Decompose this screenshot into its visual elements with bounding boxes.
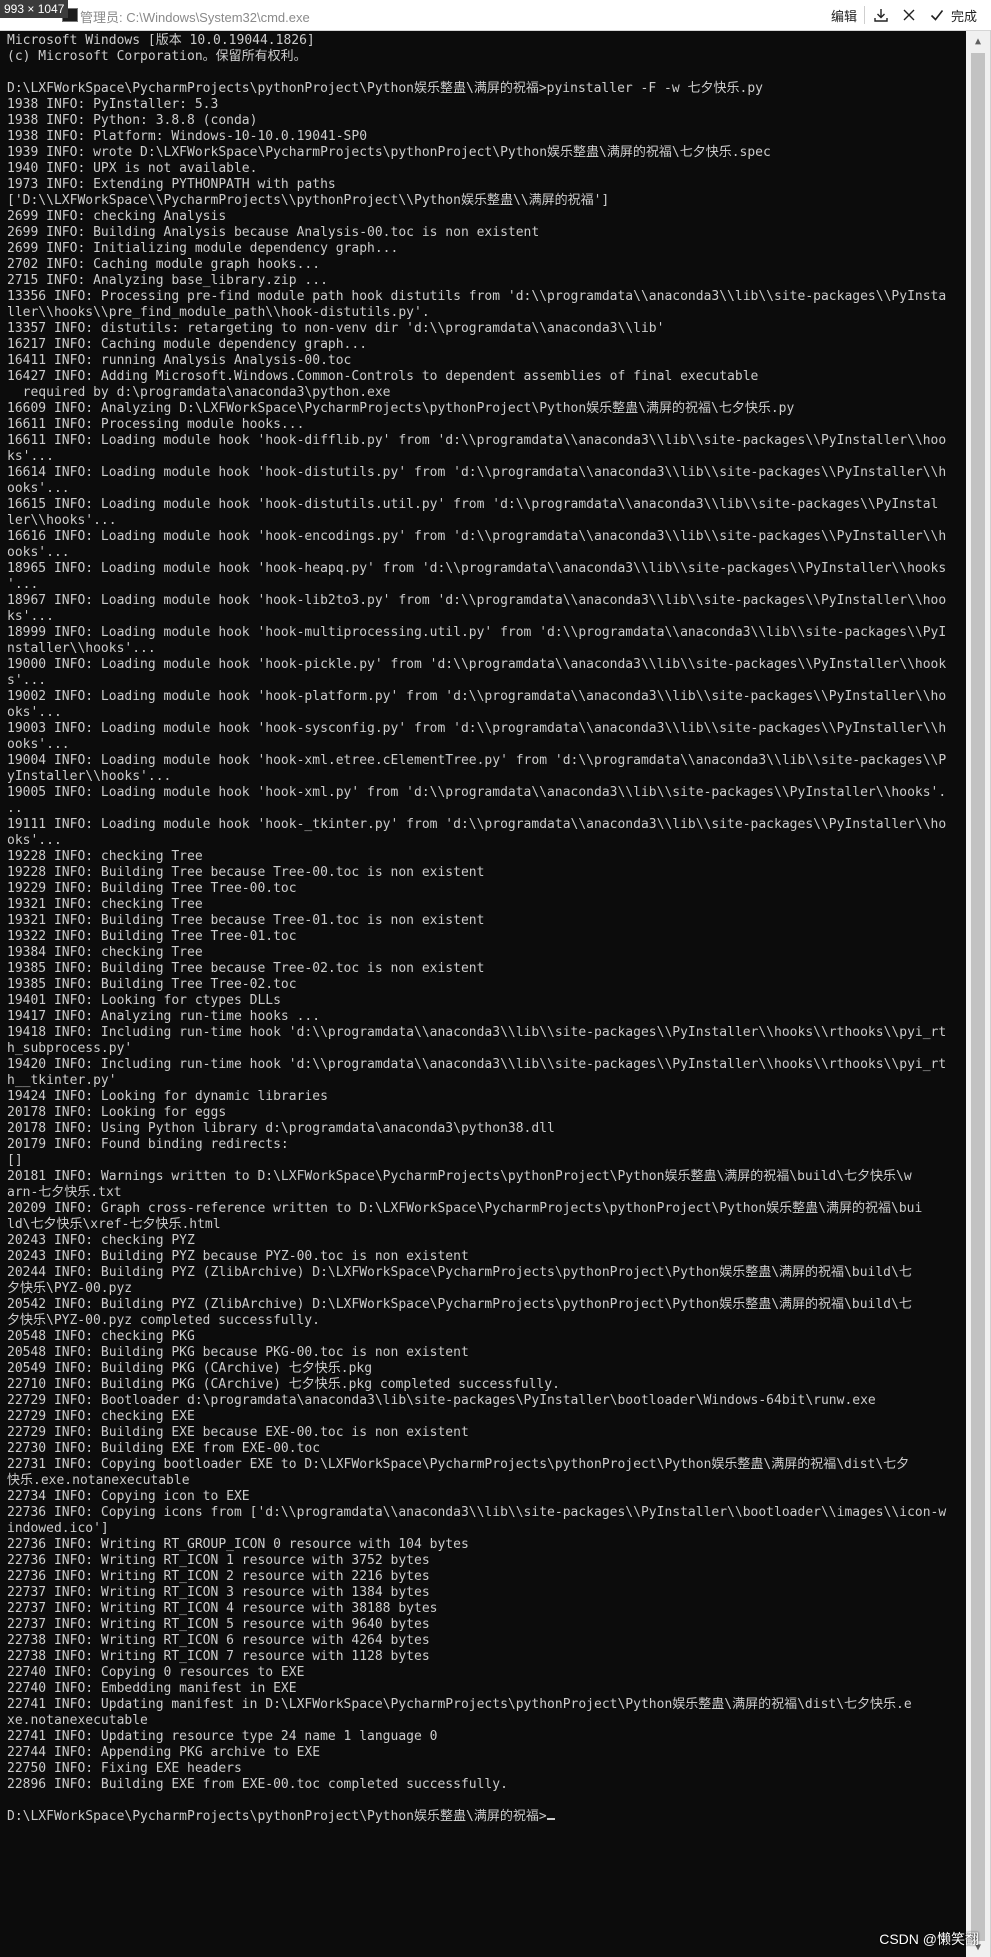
vertical-scrollbar[interactable]: ▲ ▼ [966,31,990,1957]
checkmark-icon[interactable] [928,6,946,24]
edit-button[interactable]: 编辑 [831,6,857,25]
console-output[interactable]: Microsoft Windows [版本 10.0.19044.1826] (… [7,33,967,1953]
close-icon[interactable] [900,6,918,24]
window-title: 管理员: C:\Windows\System32\cmd.exe [80,10,310,25]
screenshot-size-badge: 993 × 1047 [0,0,69,18]
download-icon[interactable] [872,6,890,24]
console-text: Microsoft Windows [版本 10.0.19044.1826] (… [7,33,947,1824]
scroll-up-arrow-icon[interactable]: ▲ [966,31,990,51]
toolbar-divider [864,6,866,24]
csdn-watermark: CSDN @懒笑翻 [879,1931,979,1947]
scrollbar-thumb[interactable] [971,53,985,1941]
snip-toolbar: 编辑 完成 [826,0,991,30]
cmd-window: 管理员: C:\Windows\System32\cmd.exe 编辑 完成 M… [0,0,991,1957]
done-button[interactable]: 完成 [951,6,977,25]
text-cursor [546,1818,555,1820]
